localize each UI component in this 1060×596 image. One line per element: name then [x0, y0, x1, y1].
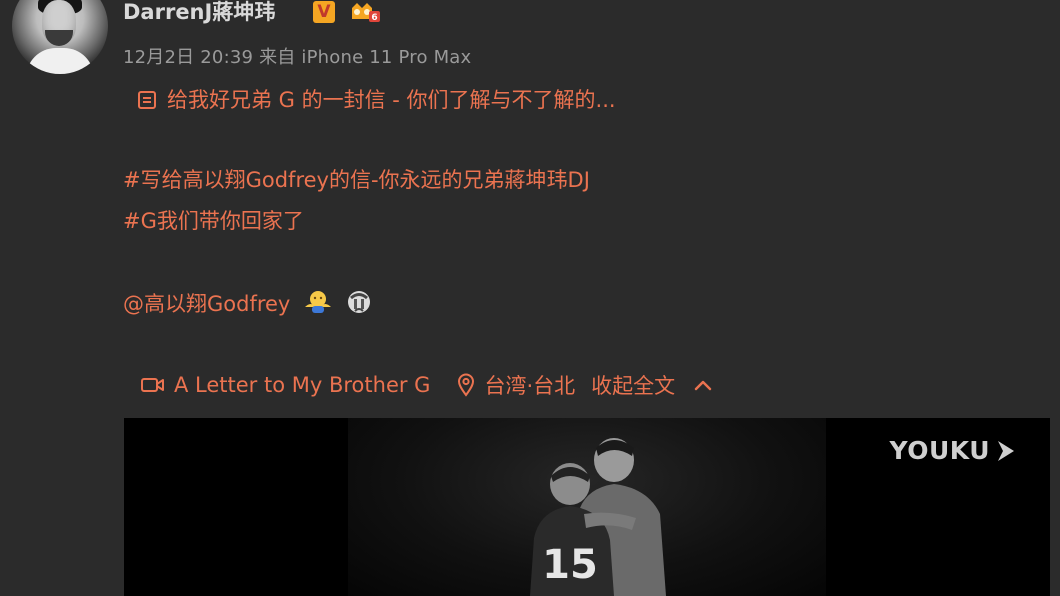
video-frame: 15: [348, 418, 826, 596]
location-label: 台湾·台北: [484, 374, 576, 398]
username[interactable]: DarrenJ蔣坤玮: [123, 0, 275, 26]
mention-line: @高以翔Godfrey: [123, 288, 372, 318]
location-pin-icon: [458, 373, 475, 397]
article-link[interactable]: 给我好兄弟 G 的一封信 - 你们了解与不了解的...: [123, 84, 616, 114]
post-meta[interactable]: 12月2日 20:39 来自 iPhone 11 Pro Max: [123, 43, 471, 69]
level-badge-icon[interactable]: 6: [348, 1, 380, 23]
video-link[interactable]: A Letter to My Brother G: [140, 373, 430, 397]
players-embrace-image: 15: [530, 438, 666, 596]
avatar[interactable]: [12, 0, 108, 74]
collapse-label: 收起全文: [591, 374, 676, 398]
location-link[interactable]: 台湾·台北: [456, 370, 575, 400]
mention-link[interactable]: @高以翔Godfrey: [123, 292, 290, 316]
video-player[interactable]: 15 YOUKU: [124, 418, 1050, 596]
level-badge-number: 6: [371, 13, 377, 23]
youku-play-icon: [998, 440, 1014, 461]
article-icon: [138, 91, 156, 109]
avatar-shirt: [26, 48, 94, 74]
chevron-up-icon: [694, 380, 712, 391]
youku-label: YOUKU: [889, 436, 990, 465]
avatar-beard: [45, 30, 73, 46]
video-label: A Letter to My Brother G: [174, 373, 431, 397]
hashtag-link-2[interactable]: #G我们带你回家了: [123, 205, 304, 235]
hashtag-link-1[interactable]: #写给高以翔Godfrey的信-你永远的兄弟蔣坤玮DJ: [123, 164, 590, 194]
sad-emoji-icon: [347, 291, 370, 313]
article-title: 给我好兄弟 G 的一封信 - 你们了解与不了解的...: [167, 88, 616, 112]
collapse-button[interactable]: 收起全文: [591, 370, 713, 400]
jersey-number: 15: [542, 542, 598, 588]
video-camera-icon: [141, 378, 164, 392]
youku-watermark: YOUKU: [890, 436, 1019, 465]
verified-badge-icon[interactable]: V: [313, 1, 335, 23]
attachment-bar: A Letter to My Brother G 台湾·台北 收起全文: [140, 369, 713, 401]
hug-emoji-icon: [305, 291, 332, 313]
